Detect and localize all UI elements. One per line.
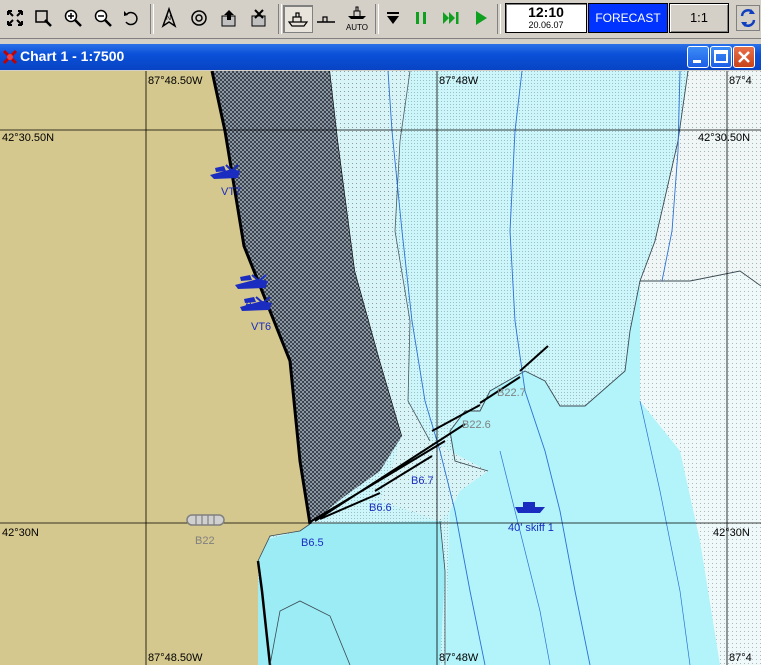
- target-label-b65[interactable]: B6.5: [301, 537, 324, 549]
- auto-icon: [348, 6, 366, 19]
- chart-canvas[interactable]: 87°48.50W 87°48W 87°4 87°48.50W 87°48W 8…: [0, 71, 761, 665]
- zoom-area-icon[interactable]: [30, 5, 56, 31]
- lon-label-bottom-left: 87°48.50W: [148, 652, 203, 664]
- target-label-vt7: VT7: [221, 186, 241, 198]
- forward-icon[interactable]: [380, 5, 406, 31]
- clock-display: 12:10 20.06.07: [505, 3, 587, 33]
- target-label-vt6: VT6: [251, 321, 271, 333]
- lon-label-top-left: 87°48.50W: [148, 75, 203, 87]
- lon-label-top-right: 87°4: [729, 75, 752, 87]
- toolbar-separator: [278, 4, 282, 34]
- target-label-b227[interactable]: B22.7: [497, 387, 526, 399]
- window-title: Chart 1 - 1:7500: [20, 48, 125, 64]
- maximize-button[interactable]: [710, 46, 732, 68]
- north-up-icon[interactable]: N: [156, 5, 182, 31]
- target-label-b66[interactable]: B6.6: [369, 502, 392, 514]
- undo-icon[interactable]: [118, 5, 144, 31]
- auto-button[interactable]: AUTO: [342, 6, 372, 32]
- close-button[interactable]: [733, 46, 755, 68]
- target-label-b67[interactable]: B6.7: [411, 475, 434, 487]
- lat-label-lower-left: 42°30N: [2, 527, 39, 539]
- route-view-icon[interactable]: [313, 5, 339, 31]
- minimize-icon: [693, 60, 701, 63]
- erase-icon[interactable]: [246, 5, 272, 31]
- svg-text:N: N: [166, 15, 171, 22]
- center-icon[interactable]: [186, 5, 212, 31]
- scale-button[interactable]: 1:1: [669, 3, 729, 33]
- sync-icon[interactable]: [736, 5, 760, 31]
- pause-icon[interactable]: [408, 5, 434, 31]
- auto-label: AUTO: [345, 23, 369, 32]
- ship-view-icon[interactable]: [283, 5, 313, 33]
- minimize-button[interactable]: [687, 46, 709, 68]
- zoom-out-icon[interactable]: [90, 5, 116, 31]
- load-icon[interactable]: [216, 5, 242, 31]
- toolbar-separator: [375, 4, 379, 34]
- chart-app-icon: [2, 49, 18, 70]
- forecast-button[interactable]: FORECAST: [588, 3, 668, 33]
- window-titlebar: Chart 1 - 1:7500: [0, 44, 761, 70]
- main-toolbar: N AUTO 12:10 20.06.07 FORECAST 1:1: [0, 0, 761, 39]
- lat-label-lower-right: 42°30N: [713, 527, 750, 539]
- target-label-b22: B22: [195, 535, 215, 547]
- time-text: 12:10: [528, 4, 564, 20]
- lon-label-bottom-mid: 87°48W: [439, 652, 479, 664]
- fast-forward-icon[interactable]: [438, 5, 464, 31]
- lon-label-bottom-right: 87°4: [729, 652, 752, 664]
- zoom-in-icon[interactable]: [60, 5, 86, 31]
- zoom-window-icon[interactable]: [2, 5, 28, 31]
- toolbar-separator: [150, 4, 154, 34]
- lon-label-top-mid: 87°48W: [439, 75, 479, 87]
- lat-label-upper-right: 42°30.50N: [698, 132, 750, 144]
- close-icon: [738, 51, 750, 63]
- target-label-skiff: 40' skiff 1: [508, 522, 554, 534]
- play-icon[interactable]: [468, 5, 494, 31]
- shallow-water-south: [255, 521, 445, 665]
- date-text: 20.06.07: [528, 20, 564, 30]
- maximize-icon: [714, 50, 728, 63]
- buoy-icon: [186, 514, 225, 526]
- lat-label-upper-left: 42°30.50N: [2, 132, 54, 144]
- toolbar-separator: [497, 4, 501, 34]
- target-label-b226[interactable]: B22.6: [462, 419, 491, 431]
